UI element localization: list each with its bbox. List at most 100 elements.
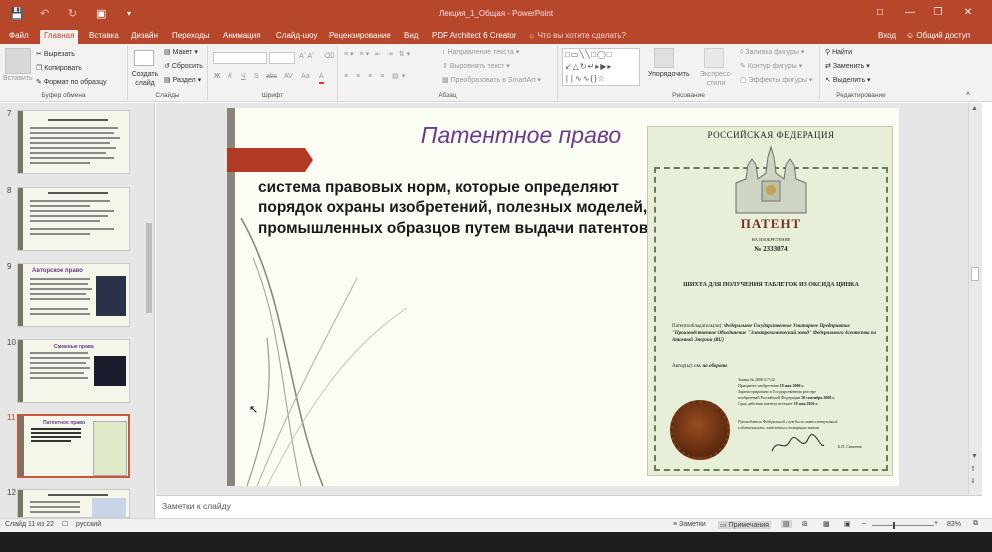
sign-in-link[interactable]: Вход — [874, 30, 900, 44]
notes-placeholder[interactable]: Заметки к слайду — [162, 501, 231, 511]
patent-priority-value: 18 мая 2006 г. — [779, 383, 804, 388]
change-case-button[interactable]: Aa — [301, 72, 310, 82]
replace-button[interactable]: ⇄ Заменить ▾ — [825, 62, 870, 72]
slide-thumbnail-9[interactable]: Авторское право — [17, 263, 130, 327]
minimize-button[interactable]: — — [900, 5, 920, 21]
reset-icon: ↺ — [164, 63, 172, 70]
reading-view-icon[interactable]: ▩ — [823, 520, 830, 528]
underline-button[interactable]: Ч — [241, 72, 246, 82]
slide-thumbnail-12[interactable] — [17, 489, 130, 518]
reset-button[interactable]: ↺ Сбросить — [164, 62, 203, 72]
next-slide-icon[interactable]: ⇓ — [970, 477, 976, 485]
save-icon[interactable]: 💾 — [10, 7, 24, 20]
comments-toggle[interactable]: ▭ Примечания — [718, 521, 771, 529]
language-indicator[interactable]: русский — [76, 521, 101, 528]
alignment-icons[interactable]: ≡ ≡ ≡ ≡ ▤▾ — [344, 72, 408, 82]
collapse-ribbon-icon[interactable]: ˄ — [966, 90, 970, 100]
font-size-combobox[interactable] — [269, 52, 295, 64]
paste-icon[interactable] — [5, 48, 31, 74]
slide-title[interactable]: Патентное право — [351, 122, 691, 149]
tab-home[interactable]: Главная — [40, 30, 79, 44]
tell-me-search[interactable]: ☼ Что вы хотите сделать? — [524, 30, 630, 44]
align-text-button[interactable]: ⇕ Выровнять текст ▾ — [442, 62, 510, 72]
quick-styles-icon[interactable] — [704, 48, 724, 68]
section-button[interactable]: ▤ Раздел ▾ — [164, 76, 201, 86]
tab-review[interactable]: Рецензирование — [325, 30, 395, 44]
align-text-label: Выровнять текст — [449, 63, 505, 70]
share-button[interactable]: ☺ Общий доступ — [902, 30, 974, 44]
layout-label: Макет — [172, 49, 193, 56]
tab-pdf-architect[interactable]: PDF Architect 6 Creator — [428, 30, 520, 44]
tab-insert[interactable]: Вставка — [85, 30, 123, 44]
font-grow-shrink-icon[interactable]: Aˆ Aˇ — [299, 52, 315, 62]
slide-thumbnail-8[interactable] — [17, 187, 130, 251]
format-painter-button[interactable]: ✎ Формат по образцу — [36, 78, 107, 88]
tab-file[interactable]: Файл — [5, 30, 33, 44]
thumbnails-scroll-thumb[interactable] — [146, 223, 152, 313]
ribbon-display-options-icon[interactable]: □ — [870, 5, 890, 21]
fit-to-window-icon[interactable]: ⧉ — [973, 520, 978, 528]
slide-body-text[interactable]: система правовых норм, которые определяю… — [258, 178, 658, 239]
shadow-button[interactable]: S — [254, 72, 259, 82]
start-slideshow-icon[interactable]: ▣ — [96, 7, 106, 20]
scroll-down-icon[interactable]: ▼ — [971, 453, 978, 460]
font-color-button[interactable]: A — [319, 72, 324, 84]
shapes-gallery[interactable]: □▭╲╲□◯□ ↙△↻↵▸▶▸ ∣∣∿∿{}☆ — [562, 48, 640, 86]
previous-slide-icon[interactable]: ⇑ — [970, 465, 976, 473]
quick-styles-button[interactable]: Экспресс-стили — [696, 70, 736, 88]
spellcheck-icon[interactable]: ☐ — [62, 520, 68, 528]
maximize-button[interactable]: ❐ — [928, 5, 948, 21]
tab-design[interactable]: Дизайн — [127, 30, 162, 44]
cut-button[interactable]: ✂ Вырезать — [36, 50, 75, 60]
font-name-combobox[interactable] — [213, 52, 267, 64]
arrange-button[interactable]: Упорядочить — [648, 70, 690, 80]
zoom-slider[interactable] — [872, 522, 934, 529]
new-slide-button[interactable]: Создать слайд — [129, 70, 161, 88]
zoom-level[interactable]: 83% — [947, 521, 961, 528]
undo-icon[interactable]: ↶ — [40, 7, 49, 20]
patent-certificate-image[interactable]: РОССИЙСКАЯ ФЕДЕРАЦИЯ ПАТЕНТ НА ИЗОБРЕТЕН… — [647, 126, 893, 476]
arrange-icon[interactable] — [654, 48, 674, 68]
tab-view[interactable]: Вид — [400, 30, 422, 44]
slideshow-view-icon[interactable]: ▣ — [844, 520, 851, 528]
slide-thumbnail-10[interactable]: Смежные права — [17, 339, 130, 403]
shape-effects-button[interactable]: ▢ Эффекты фигуры ▾ — [740, 76, 812, 86]
bullets-numbering-icons[interactable]: ≡▾ ≡▾ ⇤ ⇥ ⇅▾ — [344, 50, 412, 60]
paste-button[interactable]: Вставить — [3, 74, 33, 84]
clear-formatting-icon[interactable]: ⌫ — [324, 52, 334, 62]
close-button[interactable]: ✕ — [958, 5, 978, 21]
find-button[interactable]: ⚲ Найти — [825, 48, 852, 58]
redo-icon[interactable]: ↻ — [68, 7, 77, 20]
scissors-icon: ✂ — [36, 51, 44, 58]
normal-view-icon[interactable]: ▤ — [781, 520, 792, 528]
text-direction-button[interactable]: ↕ Направление текста ▾ — [442, 48, 519, 58]
notes-toggle[interactable]: ≡ Заметки — [673, 521, 706, 528]
slide-thumbnail-11[interactable]: Патентное право — [17, 414, 130, 478]
new-slide-icon[interactable] — [134, 50, 154, 66]
shape-outline-button[interactable]: ✎ Контур фигуры ▾ — [740, 62, 802, 72]
italic-button[interactable]: К — [228, 72, 232, 82]
zoom-in-button[interactable]: + — [934, 520, 938, 527]
tab-animations[interactable]: Анимация — [219, 30, 265, 44]
editor-scrollbar[interactable]: ▲ ▼ ⇑ ⇓ — [968, 103, 982, 495]
editor-scroll-thumb[interactable] — [971, 267, 979, 281]
spacing-button[interactable]: AV — [284, 72, 293, 82]
strikethrough-button[interactable]: abc — [266, 72, 277, 82]
scroll-up-icon[interactable]: ▲ — [971, 105, 978, 112]
zoom-out-button[interactable]: – — [862, 520, 866, 527]
copy-button[interactable]: ❐ Копировать — [36, 64, 82, 74]
layout-button[interactable]: ▤ Макет ▾ — [164, 48, 198, 58]
tab-slideshow[interactable]: Слайд-шоу — [272, 30, 321, 44]
thumbnails-scrollbar[interactable] — [144, 103, 154, 518]
bold-button[interactable]: Ж — [214, 72, 220, 82]
zoom-slider-thumb[interactable] — [893, 522, 895, 529]
select-button[interactable]: ↖ Выделить ▾ — [825, 76, 871, 86]
smartart-button[interactable]: ▩ Преобразовать в SmartArt ▾ — [442, 76, 541, 86]
kremlin-emblem-icon — [735, 145, 807, 214]
slide-thumbnail-7[interactable] — [17, 110, 130, 174]
customize-qat-icon[interactable]: ▾ — [127, 9, 131, 18]
shape-fill-button[interactable]: ◊ Заливка фигуры ▾ — [740, 48, 804, 58]
notes-pane[interactable]: Заметки к слайду — [156, 495, 982, 518]
tab-transitions[interactable]: Переходы — [168, 30, 214, 44]
slide-sorter-icon[interactable]: ⊞ — [802, 520, 808, 528]
